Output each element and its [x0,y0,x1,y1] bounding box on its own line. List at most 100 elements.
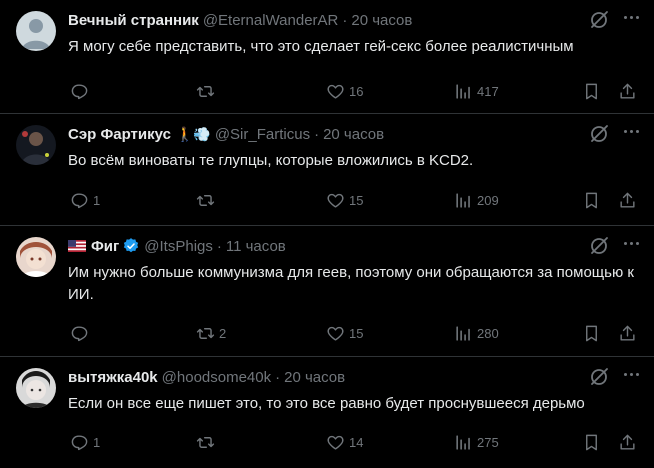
share-button[interactable] [618,190,637,210]
views-count: 209 [477,192,499,208]
tweet-text: Во всём виноваты те глупцы, которые влож… [68,152,474,169]
views-button[interactable]: 417 [454,81,499,101]
tweet-header: Вечный странник @EternalWanderAR · 20 ча… [68,10,412,30]
grok-icon[interactable] [588,9,610,31]
verified-badge-icon[interactable] [122,237,140,255]
separator-dot: · [314,125,320,143]
tweet-text: Я могу себе представить, что это сделает… [68,38,574,55]
more-options-icon[interactable] [624,242,639,245]
action-bar: 2 15 280 [68,323,638,343]
author-handle[interactable]: @hoodsome40k [162,369,271,386]
more-options-icon[interactable] [624,16,639,19]
timestamp[interactable]: 20 часов [323,126,384,143]
like-count: 16 [349,83,364,99]
heart-icon [327,326,344,341]
bookmark-button[interactable] [582,323,601,343]
views-count: 417 [477,83,499,99]
action-bar: 1 14 275 [68,432,638,452]
retweet-button[interactable]: 2 [196,323,226,343]
author-handle[interactable]: @Sir_Farticus [215,126,310,143]
retweet-button[interactable] [196,81,219,101]
bookmark-button[interactable] [582,190,601,210]
tweet-text: Им нужно больше коммунизма для геев, поэ… [68,264,634,303]
grok-icon[interactable] [588,366,610,388]
reply-button[interactable] [70,81,93,101]
author-name[interactable]: Фиг [91,238,119,255]
like-button[interactable]: 16 [326,81,363,101]
retweet-button[interactable] [196,432,219,452]
action-bar: 1 15 209 [68,190,638,210]
action-bar: 16 417 [68,81,638,101]
like-button[interactable]: 14 [326,432,363,452]
share-button[interactable] [618,432,637,452]
views-button[interactable]: 280 [454,323,499,343]
reply-icon [71,192,88,208]
bookmark-icon [586,83,597,99]
avatar[interactable] [16,237,56,277]
like-button[interactable]: 15 [326,190,363,210]
reply-icon [71,325,88,341]
retweet-icon [196,85,215,97]
reply-count: 1 [93,192,101,208]
views-button[interactable]: 209 [454,190,499,210]
grok-icon[interactable] [588,123,610,145]
tweet[interactable]: Фиг @ItsPhigs · 11 часов Им нужно больше… [0,226,654,357]
separator-dot: · [342,11,348,29]
reply-button[interactable]: 1 [70,432,100,452]
retweet-button[interactable] [196,190,219,210]
us-flag-icon [68,240,86,252]
share-icon [620,325,635,341]
name-emoji: 🚶💨 [175,125,211,142]
views-button[interactable]: 275 [454,432,499,452]
reply-button[interactable] [70,323,93,343]
retweet-count: 2 [219,325,227,341]
share-icon [620,192,635,208]
author-name[interactable]: Вечный странник [68,12,199,29]
more-options-icon[interactable] [624,373,639,376]
avatar[interactable] [16,368,56,408]
views-icon [456,83,470,99]
share-button[interactable] [618,323,637,343]
like-count: 14 [349,434,364,450]
timestamp[interactable]: 11 часов [226,238,286,255]
tweet[interactable]: Вечный странник @EternalWanderAR · 20 ча… [0,0,654,114]
like-button[interactable]: 15 [326,323,363,343]
author-name[interactable]: Сэр Фартикус [68,126,171,143]
bookmark-button[interactable] [582,81,601,101]
photo-avatar-icon [16,125,56,165]
tweet-header: вытяжка40k @hoodsome40k · 20 часов [68,367,345,387]
timestamp[interactable]: 20 часов [351,12,412,29]
share-icon [620,434,635,450]
retweet-icon [196,436,215,448]
retweet-icon [196,194,215,206]
avatar[interactable] [16,11,56,51]
views-icon [456,192,470,208]
timestamp[interactable]: 20 часов [284,369,345,386]
heart-icon [327,435,344,450]
bookmark-icon [586,434,597,450]
tweet-header: Фиг @ItsPhigs · 11 часов [68,236,286,256]
reply-count: 1 [93,434,101,450]
tweet[interactable]: Сэр Фартикус 🚶💨 @Sir_Farticus · 20 часов… [0,114,654,226]
share-button[interactable] [618,81,637,101]
bookmark-button[interactable] [582,432,601,452]
author-name[interactable]: вытяжка40k [68,369,158,386]
author-handle[interactable]: @ItsPhigs [144,238,213,255]
bookmark-icon [586,325,597,341]
views-icon [456,325,470,341]
tweet-header: Сэр Фартикус 🚶💨 @Sir_Farticus · 20 часов [68,124,384,144]
more-options-icon[interactable] [624,130,639,133]
bookmark-icon [586,192,597,208]
grok-icon[interactable] [588,235,610,257]
avatar[interactable] [16,125,56,165]
views-count: 280 [477,325,499,341]
face-avatar-icon [16,368,56,408]
tweet[interactable]: вытяжка40k @hoodsome40k · 20 часов Если … [0,357,654,468]
reply-icon [71,83,88,99]
reply-button[interactable]: 1 [70,190,100,210]
share-icon [620,83,635,99]
author-handle[interactable]: @EternalWanderAR [203,12,339,29]
like-count: 15 [349,192,364,208]
views-icon [456,434,470,450]
retweet-icon [196,327,215,339]
